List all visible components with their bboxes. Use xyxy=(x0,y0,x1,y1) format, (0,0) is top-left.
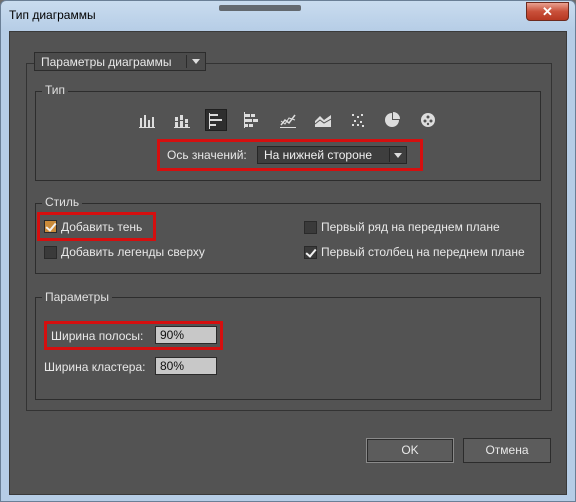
checkmark-icon xyxy=(45,220,57,232)
title-bar[interactable]: Тип диаграммы ✕ xyxy=(1,1,575,31)
first-column-front-checkbox[interactable] xyxy=(304,246,317,259)
add-shadow-checkbox[interactable] xyxy=(44,220,57,233)
style-group-legend: Стиль xyxy=(42,195,83,209)
value-axis-select[interactable]: На нижней стороне xyxy=(257,146,407,164)
chevron-down-icon xyxy=(394,153,402,158)
add-shadow-label: Добавить тень xyxy=(61,220,143,234)
type-group-legend: Тип xyxy=(42,83,69,97)
section-dropdown-label: Параметры диаграммы xyxy=(41,55,172,69)
area-chart-icon[interactable] xyxy=(312,109,334,131)
bar-width-input[interactable]: 90% xyxy=(155,326,217,344)
add-legend-top-label: Добавить легенды сверху xyxy=(61,245,205,259)
scatter-chart-icon[interactable] xyxy=(347,109,369,131)
redacted-title-area xyxy=(219,5,301,11)
bar-chart-icon[interactable] xyxy=(205,109,227,131)
pie-chart-icon[interactable] xyxy=(381,109,403,131)
first-row-front-checkbox[interactable] xyxy=(304,221,317,234)
chevron-down-icon xyxy=(192,59,200,64)
stacked-bar-chart-icon[interactable] xyxy=(241,109,263,131)
first-column-front-label: Первый столбец на переднем плане xyxy=(321,245,525,259)
close-button[interactable]: ✕ xyxy=(526,2,569,21)
section-dropdown[interactable]: Параметры диаграммы xyxy=(34,52,206,71)
value-axis-label: Ось значений: xyxy=(167,148,247,162)
stacked-column-chart-icon[interactable] xyxy=(171,109,193,131)
radar-chart-icon[interactable] xyxy=(417,109,439,131)
line-chart-icon[interactable] xyxy=(277,109,299,131)
bar-width-label: Ширина полосы: xyxy=(51,329,144,343)
window-title: Тип диаграммы xyxy=(9,8,96,22)
cancel-button[interactable]: Отмена xyxy=(463,438,551,463)
params-group-legend: Параметры xyxy=(42,290,112,304)
cluster-width-input[interactable]: 80% xyxy=(155,357,217,375)
column-chart-icon[interactable] xyxy=(136,109,158,131)
ok-button[interactable]: OK xyxy=(366,438,454,463)
first-row-front-label: Первый ряд на переднем плане xyxy=(321,220,500,234)
add-legend-top-checkbox[interactable] xyxy=(44,246,57,259)
checkmark-icon xyxy=(305,246,317,258)
value-axis-select-value: На нижней стороне xyxy=(264,148,373,162)
cluster-width-label: Ширина кластера: xyxy=(44,360,146,374)
